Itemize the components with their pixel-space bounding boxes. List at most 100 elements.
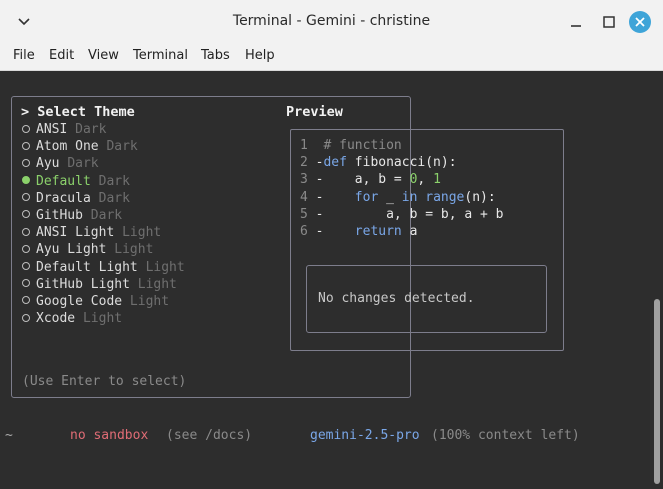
theme-option[interactable]: ANSI Light Light xyxy=(22,224,185,241)
code-token: a, b = xyxy=(323,172,410,188)
code-token: fibonacci(n): xyxy=(346,155,457,171)
radio-empty-icon xyxy=(22,210,30,219)
code-token: a xyxy=(401,224,418,240)
code-preview: 1 # function 2 -def fibonacci(n): 3 - a, b… xyxy=(300,137,504,240)
menu-view[interactable]: View xyxy=(88,48,119,63)
code-token: in xyxy=(401,189,418,205)
theme-option[interactable]: Ayu Dark xyxy=(22,155,185,172)
theme-type: Dark xyxy=(98,190,130,206)
radio-empty-icon xyxy=(22,141,30,150)
theme-name: Ayu xyxy=(36,156,60,172)
code-token: , xyxy=(417,172,434,188)
code-token: a, b = b, a + b xyxy=(323,206,504,222)
select-hint: (Use Enter to select) xyxy=(22,374,187,389)
theme-list: ANSI Dark Atom One Dark Ayu Dark Default Da… xyxy=(22,121,185,327)
scrollbar-thumb[interactable] xyxy=(654,299,660,484)
radio-empty-icon xyxy=(22,262,30,270)
theme-option[interactable]: Ayu Light Light xyxy=(22,241,185,258)
theme-type: Dark xyxy=(90,207,123,223)
footer-sandbox-hint: (see /docs) xyxy=(166,428,253,443)
code-token: # function xyxy=(323,138,402,153)
line-number: 2 xyxy=(300,155,308,171)
code-token: def xyxy=(323,155,347,171)
theme-option[interactable]: Google Code Light xyxy=(22,293,185,310)
theme-type: Light xyxy=(122,225,162,241)
preview-title: Preview xyxy=(286,104,343,120)
menu-terminal[interactable]: Terminal xyxy=(133,48,188,63)
menu-file[interactable]: File xyxy=(13,48,35,63)
theme-name: ANSI Light xyxy=(36,225,115,241)
theme-type: Light xyxy=(137,276,177,292)
theme-type: Dark xyxy=(67,156,99,172)
theme-type: Dark xyxy=(106,139,138,155)
theme-option[interactable]: GitHub Light Light xyxy=(22,276,185,293)
theme-type: Light xyxy=(114,242,154,258)
radio-empty-icon xyxy=(22,244,30,253)
radio-empty-icon xyxy=(22,227,30,236)
theme-type: Light xyxy=(129,293,170,309)
theme-type: Light xyxy=(82,311,123,327)
theme-name: Atom One xyxy=(36,139,99,155)
theme-option[interactable]: ANSI Dark xyxy=(22,121,185,138)
theme-option[interactable]: Default Light Light xyxy=(22,259,185,276)
menu-help[interactable]: Help xyxy=(245,48,275,63)
footer-sandbox: no sandbox xyxy=(70,428,149,443)
menu-edit[interactable]: Edit xyxy=(49,48,74,63)
terminal-content[interactable]: > Select Theme Preview ANSI Dark Atom One… xyxy=(0,71,663,489)
code-token: for xyxy=(354,189,379,205)
theme-name: Default xyxy=(36,173,91,189)
theme-type: Dark xyxy=(98,173,130,189)
maximize-icon[interactable] xyxy=(598,11,620,33)
window-title: Terminal - Gemini - christine xyxy=(232,13,431,29)
footer-model: gemini-2.5-pro xyxy=(310,428,420,443)
theme-option[interactable]: Dracula Dark xyxy=(22,190,185,207)
code-line: 2 -def fibonacci(n): xyxy=(300,154,504,171)
line-number: 3 xyxy=(300,172,308,188)
theme-option[interactable]: GitHub Dark xyxy=(22,207,185,224)
menu-bar: File Edit View Terminal Tabs Help xyxy=(0,44,663,71)
footer-home-path: ~ xyxy=(5,428,13,443)
line-number: 6 xyxy=(300,224,308,240)
code-token: return xyxy=(354,224,402,240)
theme-name: Google Code xyxy=(36,293,123,309)
theme-option[interactable]: Atom One Dark xyxy=(22,138,185,155)
code-line: 4 - for _ in range(n): xyxy=(300,189,504,206)
radio-empty-icon xyxy=(22,279,30,288)
code-token: _ xyxy=(378,189,402,205)
theme-name: Default Light xyxy=(36,259,138,275)
theme-name: Dracula xyxy=(36,190,91,206)
menu-tabs[interactable]: Tabs xyxy=(201,48,230,63)
theme-type: Light xyxy=(145,259,185,275)
title-bar[interactable]: Terminal - Gemini - christine xyxy=(0,0,663,44)
code-token: (n): xyxy=(464,189,496,205)
theme-name: GitHub Light xyxy=(36,276,130,292)
theme-name: Xcode xyxy=(36,311,76,327)
code-line: 1 # function xyxy=(300,137,504,154)
code-line: 6 - return a xyxy=(300,223,504,240)
footer-context: (100% context left) xyxy=(431,428,580,443)
radio-selected-icon xyxy=(22,176,30,185)
select-theme-title: > Select Theme xyxy=(21,104,135,120)
theme-option[interactable]: Default Dark xyxy=(22,173,185,190)
line-number: 4 xyxy=(300,189,308,205)
diff-message: No changes detected. xyxy=(318,291,475,306)
radio-empty-icon xyxy=(22,296,30,305)
theme-name: ANSI xyxy=(36,122,68,137)
theme-name: GitHub xyxy=(36,207,83,223)
radio-empty-icon xyxy=(22,124,30,133)
close-icon[interactable] xyxy=(629,11,651,33)
radio-empty-icon xyxy=(22,193,30,202)
code-token: 1 xyxy=(433,172,441,188)
line-number: 1 xyxy=(300,138,308,153)
theme-name: Ayu Light xyxy=(36,242,107,258)
theme-option[interactable]: Xcode Light xyxy=(22,310,185,327)
line-number: 5 xyxy=(300,206,308,222)
terminal-window: Terminal - Gemini - christine File Edit … xyxy=(0,0,663,489)
code-token: range xyxy=(425,189,465,205)
theme-type: Dark xyxy=(75,122,107,137)
radio-empty-icon xyxy=(22,313,30,322)
minimize-icon[interactable] xyxy=(565,11,587,33)
radio-empty-icon xyxy=(22,158,30,167)
